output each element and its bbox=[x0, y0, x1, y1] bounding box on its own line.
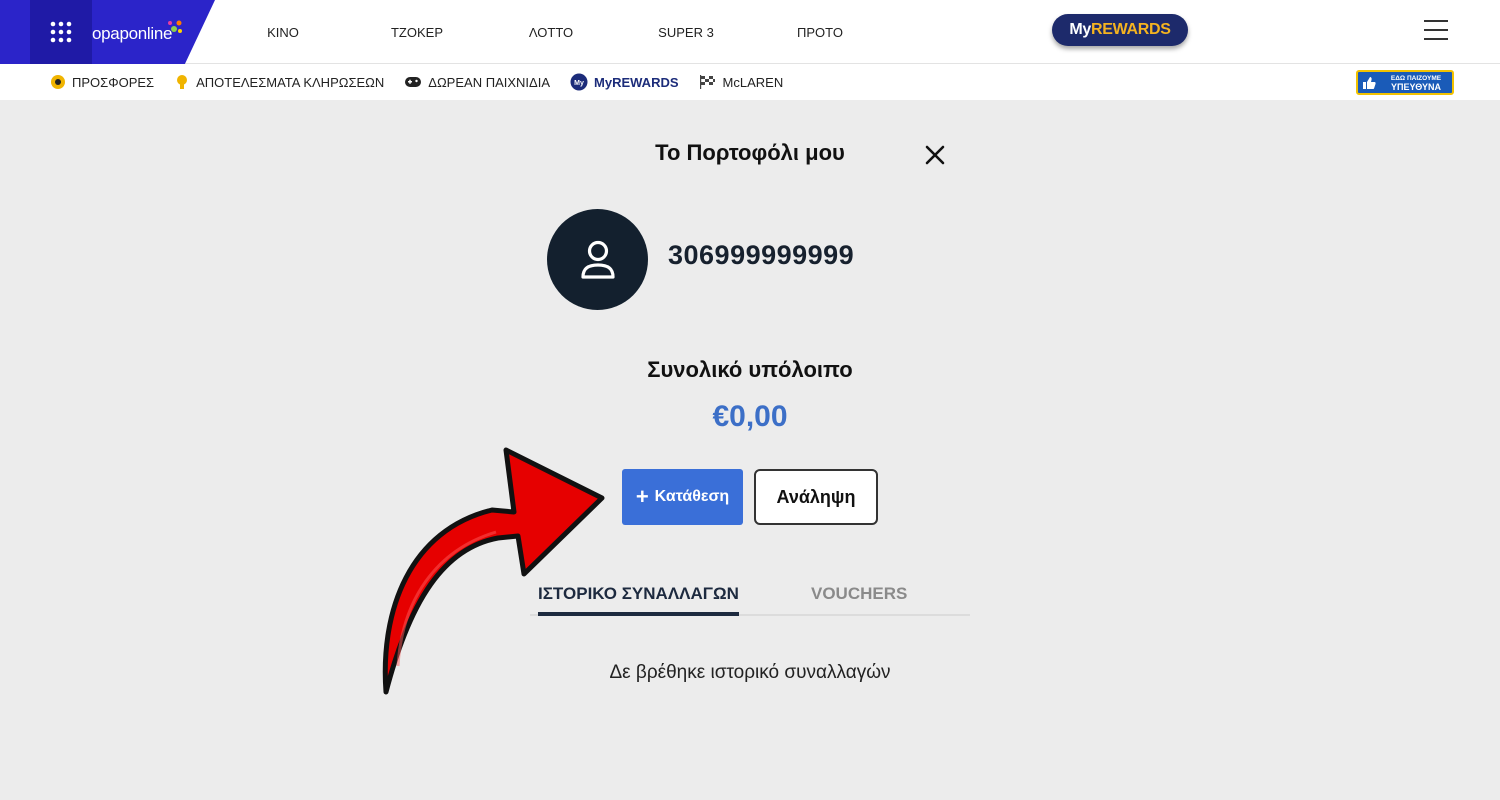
subnav-mclaren-label: McLAREN bbox=[722, 74, 784, 90]
top-nav-menu: ΚΙΝΟ ΤΖΟΚΕΡ ΛΟΤΤΟ SUPER 3 ΠΡΟΤΟ bbox=[230, 0, 872, 64]
nav-proto[interactable]: ΠΡΟΤΟ bbox=[768, 25, 872, 40]
responsible-gaming-badge[interactable]: ΕΔΩ ΠΑΙΖΟΥΜΕ ΥΠΕΥΘΥΝΑ bbox=[1356, 70, 1454, 95]
rewards-text: REWARDS bbox=[1090, 21, 1171, 38]
subnav-myrewards-label: MyREWARDS bbox=[594, 74, 679, 90]
subnav-mclaren[interactable]: McLAREN bbox=[699, 74, 784, 90]
balance-label: Συνολικό υπόλοιπο bbox=[647, 357, 853, 382]
subnav-free-games-label: ΔΩΡΕΑΝ ΠΑΙΧΝΙΔΙΑ bbox=[428, 74, 551, 90]
trophy-icon bbox=[174, 74, 190, 90]
gamepad-icon bbox=[404, 74, 422, 90]
rewards-my-text: My bbox=[1069, 21, 1091, 38]
tab-vouchers[interactable]: VOUCHERS bbox=[811, 584, 907, 604]
brand-block: opaponline bbox=[0, 0, 215, 64]
responsible-big-text: ΥΠΕΥΘΥΝΑ bbox=[1391, 81, 1441, 92]
apps-grid-glyph bbox=[50, 21, 72, 43]
myrewards-icon: My bbox=[570, 73, 588, 91]
secondary-nav-menu: ΠΡΟΣΦΟΡΕΣ ΑΠΟΤΕΛΕΣΜΑΤΑ ΚΛΗΡΩΣΕΩΝ ΔΩΡΕΑΝ … bbox=[50, 64, 803, 100]
subnav-free-games[interactable]: ΔΩΡΕΑΝ ΠΑΙΧΝΙΔΙΑ bbox=[404, 74, 550, 90]
deposit-button[interactable]: + Κατάθεση bbox=[622, 469, 743, 525]
user-phone-number: 306999999999 bbox=[668, 240, 855, 270]
subnav-offers-label: ΠΡΟΣΦΟΡΕΣ bbox=[72, 74, 155, 90]
apps-grid-icon[interactable] bbox=[30, 0, 92, 64]
logo-prefix: opap bbox=[92, 24, 129, 43]
nav-tzoker[interactable]: ΤΖΟΚΕΡ bbox=[336, 25, 498, 40]
secondary-navbar: ΠΡΟΣΦΟΡΕΣ ΑΠΟΤΕΛΕΣΜΑΤΑ ΚΛΗΡΩΣΕΩΝ ΔΩΡΕΑΝ … bbox=[0, 64, 1500, 100]
plus-icon: + bbox=[635, 484, 649, 509]
svg-text:My: My bbox=[574, 80, 584, 87]
withdraw-button[interactable]: Ανάληψη bbox=[754, 469, 878, 525]
myrewards-button[interactable]: My REWARDS bbox=[1052, 14, 1188, 46]
logo-dots-icon bbox=[168, 20, 182, 33]
close-icon[interactable] bbox=[923, 143, 947, 167]
nav-kino[interactable]: ΚΙΝΟ bbox=[230, 25, 336, 40]
thumbs-up-icon bbox=[1358, 72, 1380, 93]
subnav-results-label: ΑΠΟΤΕΛΕΣΜΑΤΑ ΚΛΗΡΩΣΕΩΝ bbox=[196, 74, 385, 90]
top-navbar: opaponline ΚΙΝΟ ΤΖΟΚΕΡ ΛΟΤΤΟ SUPER 3 ΠΡΟ… bbox=[0, 0, 1500, 64]
user-avatar-icon bbox=[547, 209, 648, 310]
offers-icon bbox=[50, 74, 66, 90]
hamburger-menu-icon[interactable] bbox=[1424, 20, 1448, 42]
subnav-myrewards[interactable]: My MyREWARDS bbox=[570, 73, 679, 91]
nav-super3[interactable]: SUPER 3 bbox=[604, 25, 768, 40]
subnav-offers[interactable]: ΠΡΟΣΦΟΡΕΣ bbox=[50, 74, 154, 90]
responsible-gaming-text: ΕΔΩ ΠΑΙΖΟΥΜΕ ΥΠΕΥΘΥΝΑ bbox=[1380, 74, 1452, 92]
red-arrow-annotation-icon bbox=[382, 447, 605, 695]
opap-online-logo[interactable]: opaponline bbox=[92, 20, 182, 44]
balance-value: €0,00 bbox=[712, 400, 788, 433]
responsible-small-text: ΕΔΩ ΠΑΙΖΟΥΜΕ bbox=[1390, 74, 1442, 82]
subnav-results[interactable]: ΑΠΟΤΕΛΕΣΜΑΤΑ ΚΛΗΡΩΣΕΩΝ bbox=[174, 74, 384, 90]
nav-lotto[interactable]: ΛΟΤΤΟ bbox=[498, 25, 604, 40]
wallet-title: Το Πορτοφόλι μου bbox=[655, 140, 845, 165]
deposit-label: Κατάθεση bbox=[654, 488, 730, 505]
racing-flag-icon bbox=[699, 74, 717, 90]
